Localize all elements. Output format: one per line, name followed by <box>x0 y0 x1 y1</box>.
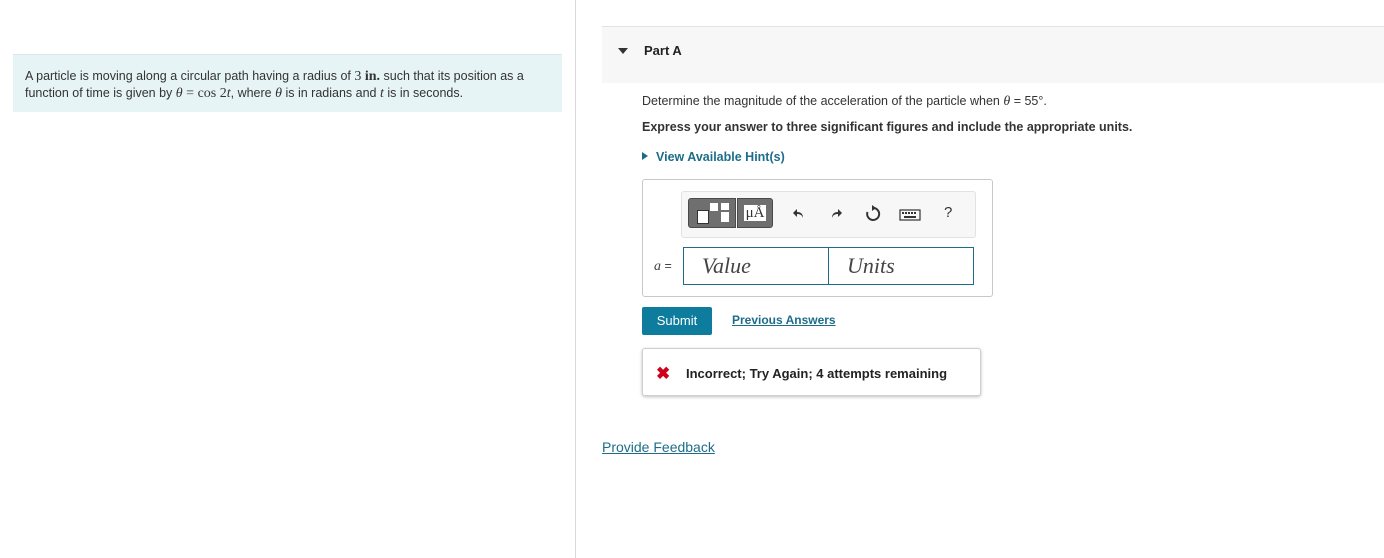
problem-text: is in radians and <box>281 86 380 100</box>
units-button-label: μÅ <box>743 205 767 221</box>
hint-label: View Available Hint(s) <box>656 150 785 164</box>
feedback-message: ✖ Incorrect; Try Again; 4 attempts remai… <box>642 348 981 396</box>
submit-button[interactable]: Submit <box>642 307 712 335</box>
question-text-start: Determine the magnitude of the accelerat… <box>642 94 1004 108</box>
equals-sign: = <box>661 259 672 273</box>
answer-instruction: Express your answer to three significant… <box>642 120 1133 134</box>
problem-text: A particle is moving along a circular pa… <box>25 69 355 83</box>
variable-symbol: a <box>654 259 661 274</box>
answer-box: μÅ ? a = Value Units <box>642 179 993 297</box>
error-x-icon: ✖ <box>656 364 671 383</box>
redo-icon[interactable] <box>827 204 847 224</box>
answer-variable-label: a = <box>654 259 672 275</box>
view-hints-link[interactable]: View Available Hint(s) <box>642 150 785 164</box>
reset-icon[interactable] <box>863 204 883 224</box>
column-divider <box>575 0 576 558</box>
undo-icon[interactable] <box>788 204 808 224</box>
equation-coefficient: 2 <box>219 86 227 101</box>
problem-text: , where <box>230 86 276 100</box>
template-box-icon <box>697 210 709 224</box>
part-header[interactable]: Part A <box>602 26 1384 83</box>
theta-symbol: θ <box>175 86 183 101</box>
keyboard-icon[interactable] <box>899 204 921 224</box>
radius-value: 3 <box>354 69 362 84</box>
feedback-text: Incorrect; Try Again; 4 attempts remaini… <box>686 366 948 381</box>
problem-statement: A particle is moving along a circular pa… <box>13 54 562 112</box>
problem-text: is in seconds. <box>383 86 464 100</box>
part-title: Part A <box>644 43 682 58</box>
expand-triangle-icon <box>642 152 648 160</box>
template-box-icon <box>721 212 729 222</box>
question-text: Determine the magnitude of the accelerat… <box>642 94 1047 110</box>
templates-button[interactable] <box>688 198 736 228</box>
radius-unit: in. <box>364 69 381 84</box>
previous-answers-link[interactable]: Previous Answers <box>732 313 836 327</box>
question-text-end: = 55°. <box>1010 94 1047 108</box>
equation-text: = cos <box>182 86 220 101</box>
units-button[interactable]: μÅ <box>737 198 773 228</box>
value-input[interactable]: Value <box>683 247 829 285</box>
collapse-triangle-icon[interactable] <box>618 48 628 54</box>
units-input[interactable]: Units <box>828 247 974 285</box>
template-box-icon <box>721 203 729 210</box>
template-box-icon <box>710 203 718 211</box>
help-button[interactable]: ? <box>944 204 952 221</box>
theta-symbol: θ <box>275 86 282 101</box>
math-toolbar: μÅ ? <box>681 191 976 238</box>
provide-feedback-link[interactable]: Provide Feedback <box>602 439 715 455</box>
